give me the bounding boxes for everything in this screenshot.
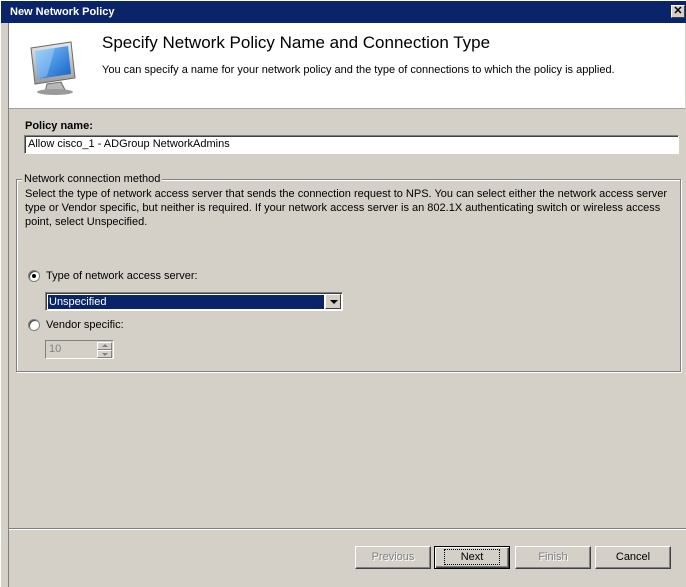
footer-divider [9, 528, 686, 530]
cancel-button-label: Cancel [615, 551, 651, 563]
vendor-specific-value: 10 [49, 343, 62, 355]
type-of-nas-option[interactable]: Type of network access server: [28, 270, 198, 282]
finish-button[interactable]: Finish [515, 546, 591, 569]
group-description: Select the type of network access server… [25, 188, 668, 228]
type-of-nas-label: Type of network access server: [46, 270, 198, 282]
policy-name-input[interactable]: Allow cisco_1 - ADGroup NetworkAdmins [24, 135, 679, 154]
monitor-network-icon [30, 41, 76, 95]
left-border-strip [2, 23, 9, 587]
next-button[interactable]: Next [434, 546, 510, 569]
title-bar[interactable]: New Network Policy ✕ [1, 1, 686, 23]
previous-button[interactable]: Previous [355, 546, 431, 569]
type-of-nas-radio[interactable] [28, 270, 40, 282]
network-connection-method-group: Network connection method Select the typ… [16, 173, 681, 372]
nas-type-selected: Unspecified [48, 295, 324, 309]
previous-button-label: Previous [371, 551, 415, 563]
close-button[interactable]: ✕ [671, 5, 685, 18]
cancel-button[interactable]: Cancel [595, 546, 671, 569]
page-title: Specify Network Policy Name and Connecti… [102, 33, 491, 52]
page-subtitle: You can specify a name for your network … [102, 64, 615, 76]
vendor-specific-option[interactable]: Vendor specific: [28, 319, 124, 331]
next-button-label: Next [443, 549, 501, 565]
finish-button-label: Finish [538, 551, 568, 563]
nas-type-dropdown[interactable]: Unspecified [45, 292, 343, 311]
window-title: New Network Policy [10, 6, 115, 18]
new-network-policy-window: New Network Policy ✕ Specify Network Pol… [0, 0, 686, 587]
policy-name-label: Policy name: [25, 120, 93, 132]
vendor-specific-radio[interactable] [28, 319, 40, 331]
close-icon: ✕ [673, 5, 683, 17]
group-legend: Network connection method [22, 173, 163, 185]
vendor-specific-spinner[interactable]: 10 [45, 340, 114, 359]
vendor-specific-label: Vendor specific: [46, 319, 124, 331]
spin-up-icon[interactable] [97, 342, 112, 350]
chevron-down-icon[interactable] [325, 294, 341, 309]
spin-down-icon[interactable] [97, 350, 112, 358]
wizard-header: Specify Network Policy Name and Connecti… [9, 23, 685, 109]
wizard-content: Policy name: Allow cisco_1 - ADGroup Net… [9, 109, 686, 527]
